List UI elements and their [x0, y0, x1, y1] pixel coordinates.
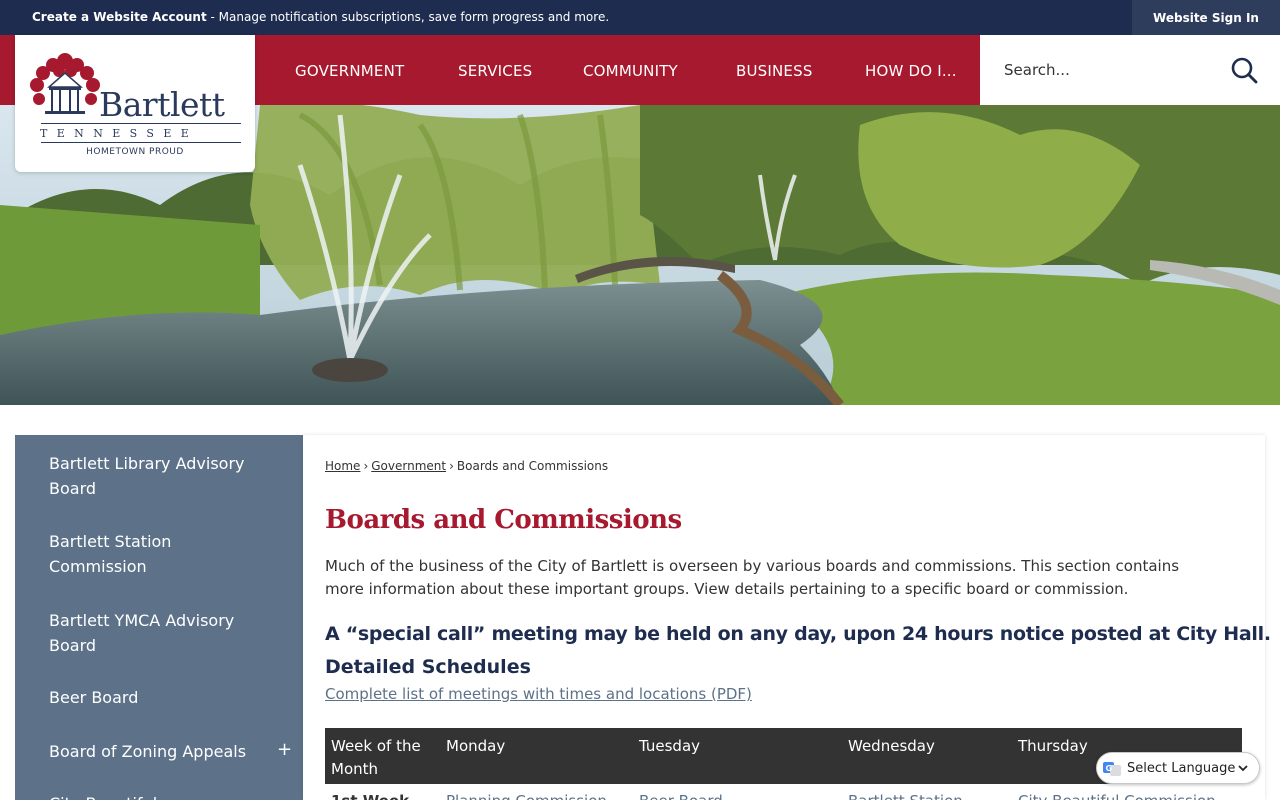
- column-header-tuesday: Tuesday: [639, 737, 701, 755]
- breadcrumb-current: Boards and Commissions: [456, 459, 609, 473]
- nav-business[interactable]: BUSINESS: [736, 62, 813, 80]
- sidebar-item-city-beautiful[interactable]: City Beautiful: [49, 791, 269, 800]
- logo-tagline: HOMETOWN PROUD: [86, 147, 184, 157]
- sidebar-item-beer-board[interactable]: Beer Board: [49, 685, 269, 710]
- table-cell-link[interactable]: Beer Board: [639, 792, 723, 800]
- search-box: [980, 35, 1280, 105]
- breadcrumb-separator: ›: [449, 459, 454, 473]
- logo-state: TENNESSEE: [40, 127, 199, 140]
- site-logo[interactable]: Bartlett TENNESSEE HOMETOWN PROUD: [15, 35, 255, 172]
- nav-how-do-i[interactable]: HOW DO I...: [865, 62, 957, 80]
- expand-toggle[interactable]: +: [277, 739, 292, 760]
- create-account-link[interactable]: Create a Website Account - Manage notifi…: [32, 10, 609, 24]
- table-cell-link[interactable]: Bartlett Station: [848, 792, 963, 800]
- column-header-thursday: Thursday: [1018, 737, 1088, 755]
- nav-services[interactable]: SERVICES: [458, 62, 532, 80]
- special-call-notice: A “special call” meeting may be held on …: [325, 623, 1271, 645]
- sidebar-item-bartlett-station-commission[interactable]: Bartlett Station Commission: [49, 529, 269, 579]
- logo-divider-bottom: [41, 142, 241, 143]
- table-row: 1st Week Planning Commission Beer Board …: [325, 784, 1242, 800]
- main-nav: GOVERNMENT SERVICES COMMUNITY BUSINESS H…: [255, 35, 980, 105]
- search-icon[interactable]: [1230, 56, 1258, 84]
- language-select[interactable]: G Select Language: [1096, 752, 1260, 784]
- page-title: Boards and Commissions: [325, 505, 682, 535]
- website-sign-in-button[interactable]: Website Sign In: [1132, 0, 1280, 35]
- create-account-description: - Manage notification subscriptions, sav…: [206, 10, 610, 24]
- sidebar-nav: Bartlett Library Advisory Board Bartlett…: [15, 435, 303, 800]
- sidebar-item-library-advisory-board[interactable]: Bartlett Library Advisory Board: [49, 451, 269, 501]
- breadcrumb-government[interactable]: Government: [371, 459, 446, 473]
- table-cell-week: 1st Week: [331, 792, 409, 800]
- sidebar-item-board-of-zoning-appeals[interactable]: Board of Zoning Appeals: [49, 739, 269, 764]
- column-header-monday: Monday: [446, 737, 506, 755]
- sidebar-item-ymca-advisory-board[interactable]: Bartlett YMCA Advisory Board: [49, 608, 269, 658]
- schedules-heading: Detailed Schedules: [325, 656, 531, 678]
- breadcrumb-separator: ›: [363, 459, 369, 473]
- svg-text:G: G: [1106, 764, 1113, 773]
- create-account-label[interactable]: Create a Website Account: [32, 10, 207, 24]
- column-header-wednesday: Wednesday: [848, 737, 935, 755]
- chevron-down-icon: [1238, 765, 1248, 772]
- meetings-pdf-link[interactable]: Complete list of meetings with times and…: [325, 685, 752, 703]
- logo-name: Bartlett: [99, 85, 225, 124]
- nav-government[interactable]: GOVERNMENT: [295, 62, 404, 80]
- intro-paragraph: Much of the business of the City of Bart…: [325, 557, 1180, 598]
- gazebo-logo-icon: [30, 53, 100, 114]
- table-cell-link[interactable]: City Beautiful Commission: [1018, 792, 1216, 800]
- column-header-week: Week of the Month: [331, 737, 421, 778]
- utility-bar: Create a Website Account - Manage notifi…: [0, 0, 1280, 35]
- breadcrumb-home[interactable]: Home: [325, 459, 360, 473]
- search-input[interactable]: [980, 35, 1220, 105]
- main-content: Home › Government › Boards and Commissions B…: [303, 435, 1271, 800]
- language-select-label: Select Language: [1127, 761, 1236, 776]
- breadcrumb: Home › Government › Boards and Commissions: [325, 459, 608, 473]
- logo-divider-top: [41, 123, 241, 124]
- nav-community[interactable]: COMMUNITY: [583, 62, 678, 80]
- google-translate-icon: G: [1103, 762, 1121, 776]
- table-cell-link[interactable]: Planning Commission: [446, 792, 607, 800]
